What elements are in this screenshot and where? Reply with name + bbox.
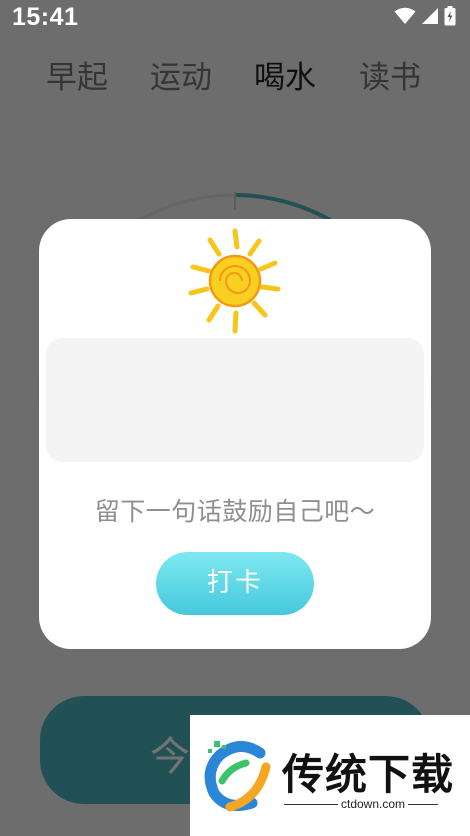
watermark-domain: ctdown.com xyxy=(338,797,409,811)
signal-icon xyxy=(422,8,438,24)
battery-charging-icon xyxy=(444,6,456,26)
watermark-line-right xyxy=(406,804,438,805)
checkin-dialog: 留下一句话鼓励自己吧～ 打卡 xyxy=(39,219,431,649)
hint-text: 留下一句话鼓励自己吧～ xyxy=(94,497,376,526)
watermark-line-left xyxy=(284,804,339,805)
sun-icon xyxy=(188,228,281,334)
wifi-icon xyxy=(394,7,416,24)
watermark: 传统下载 ctdown.com xyxy=(190,715,470,836)
watermark-title: 传统下载 xyxy=(282,750,455,799)
status-time: 15:41 xyxy=(12,3,79,31)
status-icons xyxy=(394,6,456,26)
checkin-button[interactable]: 打卡 xyxy=(156,552,314,615)
status-bar: 15:41 xyxy=(0,0,470,40)
ctdown-logo xyxy=(204,741,271,812)
message-input[interactable] xyxy=(46,338,424,462)
